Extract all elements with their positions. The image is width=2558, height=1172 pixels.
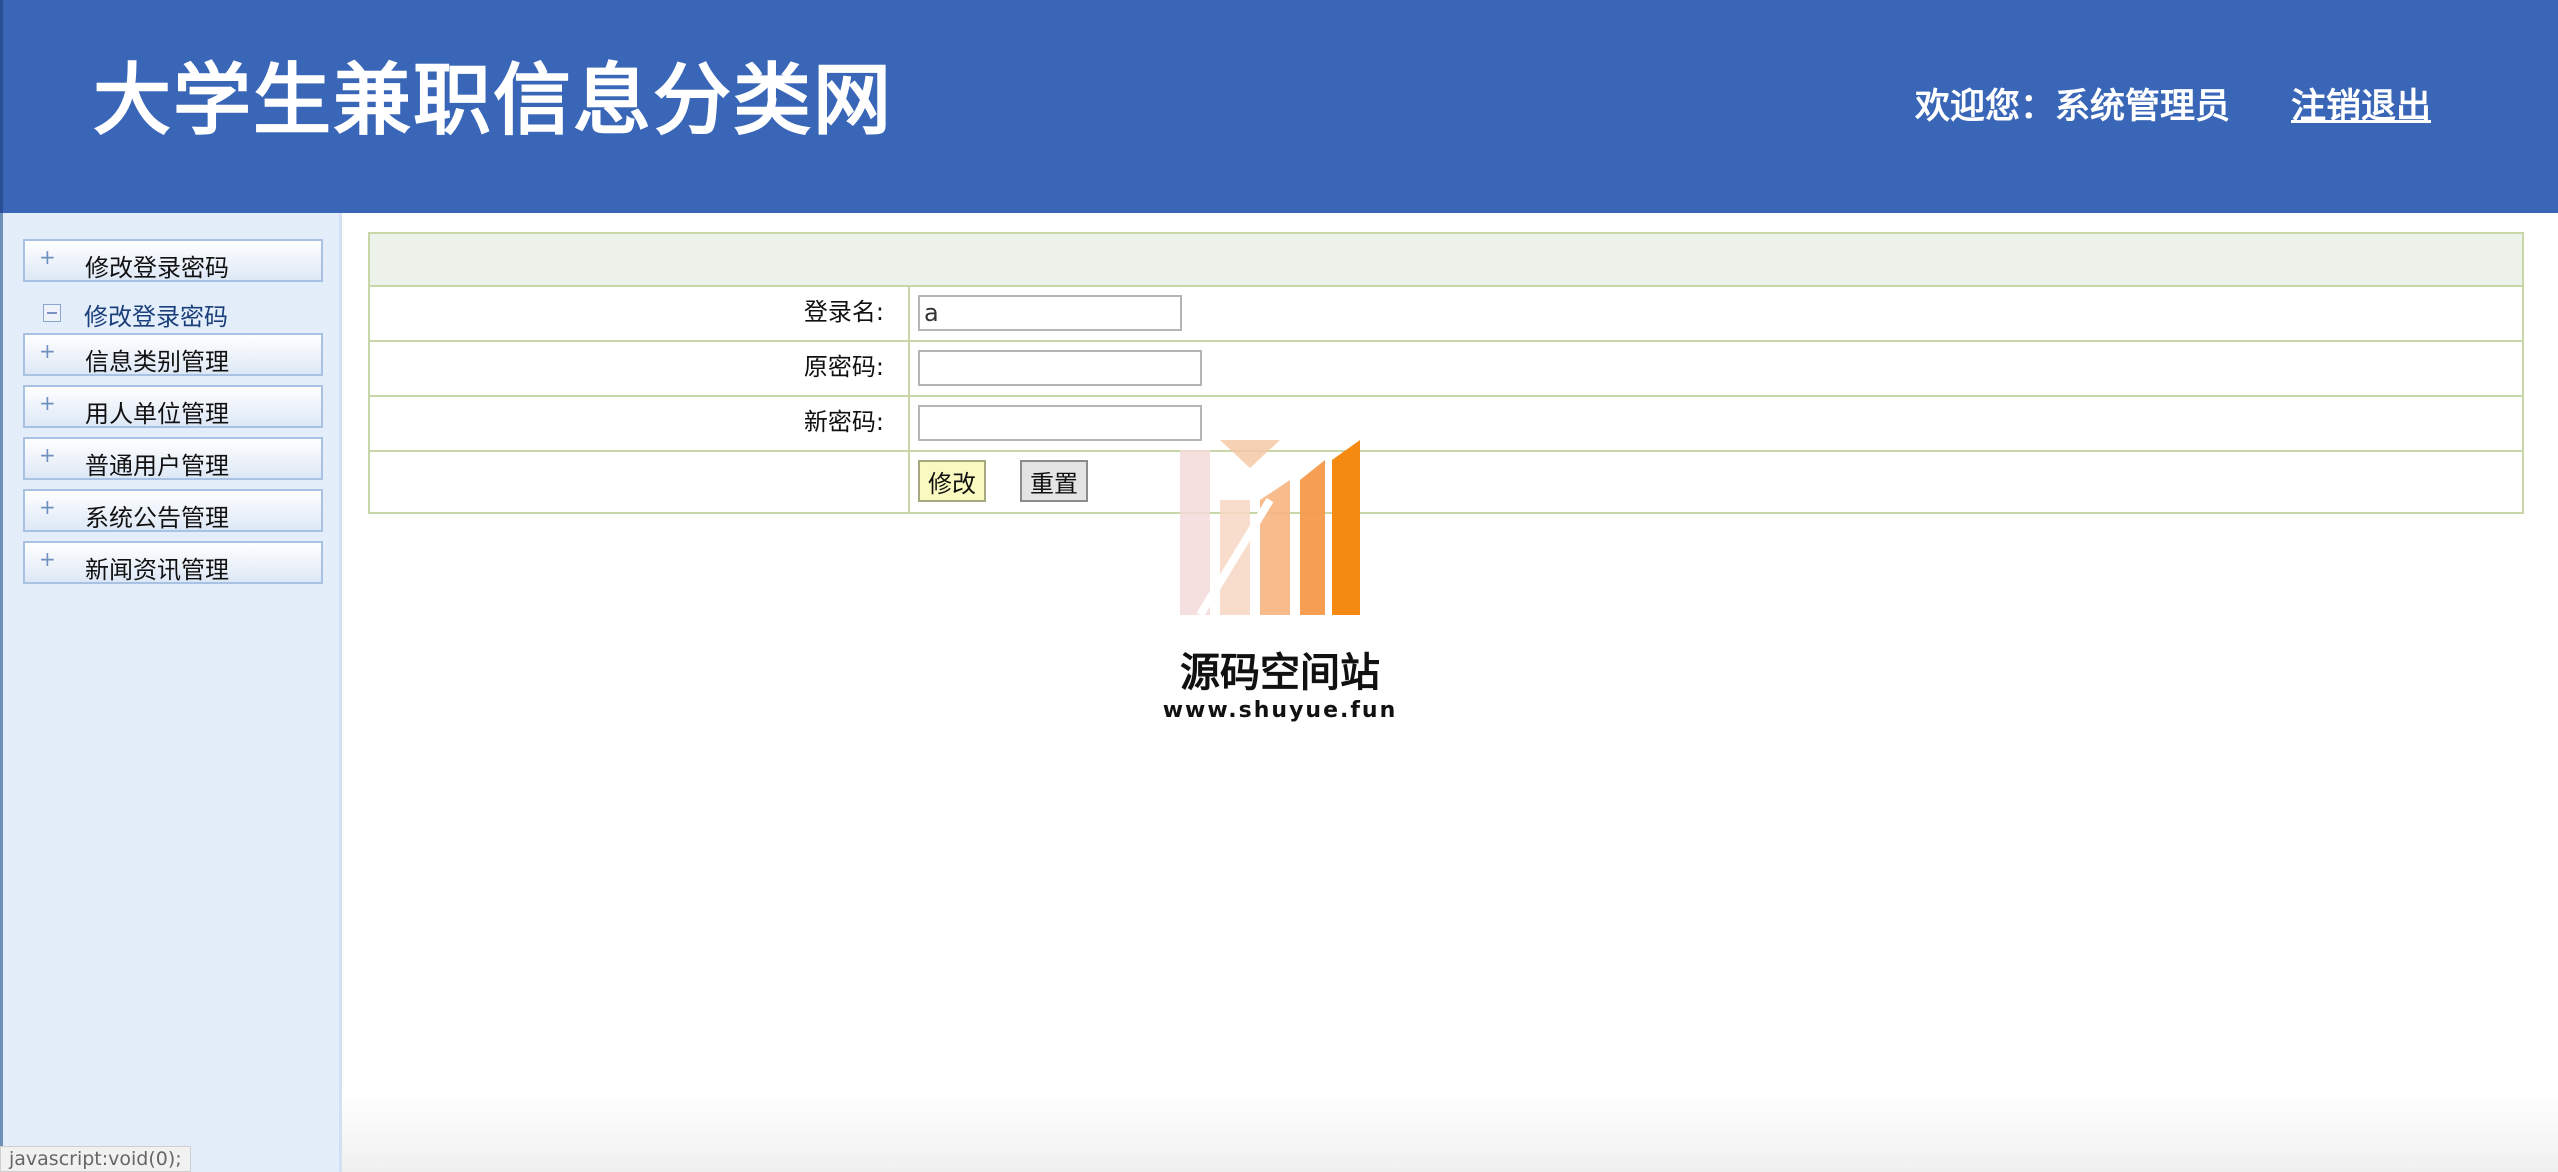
menu-info-category[interactable]: + 信息类别管理 — [23, 333, 323, 376]
minus-icon — [43, 304, 61, 322]
menu-announcement[interactable]: + 系统公告管理 — [23, 489, 323, 532]
password-form: 登录名: 原密码: 新密码: 修改 重置 — [368, 232, 2524, 514]
menu-label: 信息类别管理 — [85, 348, 229, 376]
login-name-input[interactable] — [918, 295, 1182, 331]
plus-icon: + — [39, 339, 56, 363]
new-password-cell — [910, 397, 2522, 450]
plus-icon: + — [39, 443, 56, 467]
old-password-cell — [910, 342, 2522, 395]
logout-link[interactable]: 注销退出 — [2291, 78, 2431, 129]
new-password-input[interactable] — [918, 405, 1202, 441]
login-name-cell — [910, 287, 2522, 340]
menu-label: 用人单位管理 — [85, 400, 229, 428]
menu-user[interactable]: + 普通用户管理 — [23, 437, 323, 480]
actions-cell: 修改 重置 — [910, 452, 2522, 512]
old-password-label: 原密码: — [370, 342, 910, 395]
welcome-text: 欢迎您：系统管理员 — [1915, 87, 2231, 127]
submenu-label: 修改登录密码 — [84, 303, 228, 331]
submit-button[interactable]: 修改 — [918, 460, 986, 502]
form-header-row — [370, 234, 2522, 287]
header: 大学生兼职信息分类网 欢迎您：系统管理员 注销退出 — [0, 0, 2558, 213]
bottom-fade — [342, 1090, 2558, 1172]
menu-news[interactable]: + 新闻资讯管理 — [23, 541, 323, 584]
plus-icon: + — [39, 391, 56, 415]
menu-change-password[interactable]: + 修改登录密码 — [23, 239, 323, 282]
menu-label: 普通用户管理 — [85, 452, 229, 480]
status-bar: javascript:void(0); — [0, 1146, 191, 1172]
old-password-row: 原密码: — [370, 342, 2522, 397]
watermark-url: www.shuyue.fun — [1162, 698, 1398, 723]
actions-label-cell — [370, 452, 910, 512]
login-name-row: 登录名: — [370, 287, 2522, 342]
new-password-label: 新密码: — [370, 397, 910, 450]
login-name-label: 登录名: — [370, 287, 910, 340]
plus-icon: + — [39, 245, 56, 269]
reset-button[interactable]: 重置 — [1020, 460, 1088, 502]
submenu-change-password[interactable]: 修改登录密码 — [43, 297, 323, 331]
plus-icon: + — [39, 547, 56, 571]
site-title: 大学生兼职信息分类网 — [93, 56, 894, 146]
new-password-row: 新密码: — [370, 397, 2522, 452]
menu-label: 系统公告管理 — [85, 504, 229, 532]
menu-label: 新闻资讯管理 — [85, 556, 229, 584]
old-password-input[interactable] — [918, 350, 1202, 386]
menu-employer[interactable]: + 用人单位管理 — [23, 385, 323, 428]
watermark-name: 源码空间站 — [1180, 650, 1380, 696]
plus-icon: + — [39, 495, 56, 519]
menu-label: 修改登录密码 — [85, 254, 229, 282]
actions-row: 修改 重置 — [370, 452, 2522, 512]
sidebar: + 修改登录密码 修改登录密码 + 信息类别管理 + 用人单位管理 + 普通用户… — [0, 213, 342, 1172]
